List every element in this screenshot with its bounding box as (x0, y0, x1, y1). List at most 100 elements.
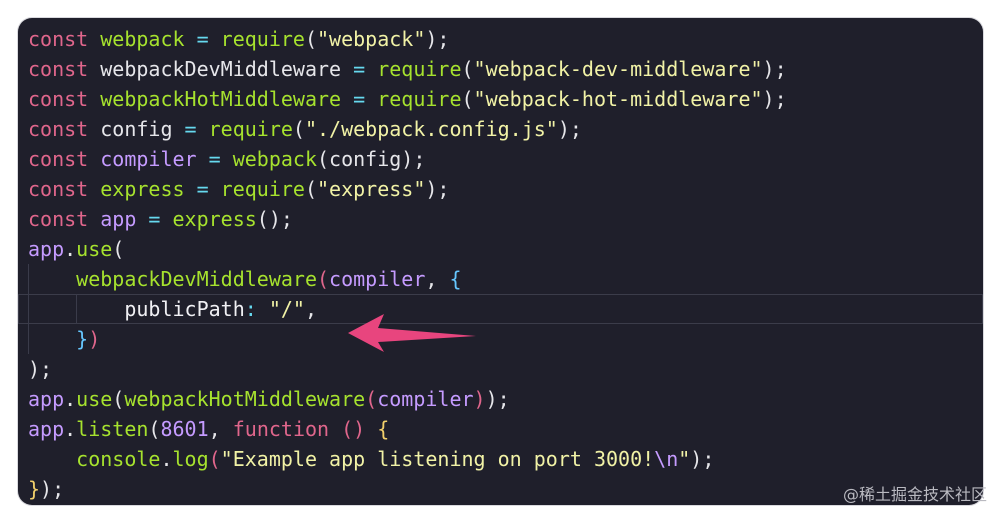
code-token: const (28, 207, 101, 231)
code-line[interactable]: }) (28, 324, 983, 354)
code-token: ( (461, 87, 474, 111)
code-line[interactable]: const webpackHotMiddleware = require("we… (28, 84, 983, 114)
code-token: listen (76, 417, 149, 441)
code-token: ( (292, 117, 305, 141)
code-token: ( (461, 57, 474, 81)
code-token: compiler (100, 147, 197, 171)
arrow-pointer-icon (348, 314, 476, 352)
code-token: webpack (100, 27, 185, 51)
code-token: ) (88, 327, 101, 351)
code-token: } (28, 477, 41, 501)
code-token: = (184, 177, 221, 201)
code-token: () (329, 417, 378, 441)
indent-guide (28, 324, 29, 354)
code-token: webpack (232, 147, 317, 171)
code-line[interactable]: webpackDevMiddleware(compiler, { (28, 264, 983, 294)
code-token: const (28, 27, 101, 51)
code-token: compiler (377, 387, 474, 411)
code-line[interactable]: publicPath: "/", (18, 294, 983, 324)
code-token: ( (365, 387, 378, 411)
code-token: . (64, 237, 77, 261)
code-line[interactable]: const compiler = webpack(config); (28, 144, 983, 174)
code-token: ( (148, 417, 161, 441)
code-token: require (220, 177, 305, 201)
code-line[interactable]: }); (28, 474, 983, 504)
code-token: ); (485, 387, 510, 411)
code-token: app (28, 387, 65, 411)
code-token: ( (208, 447, 221, 471)
code-token: "webpack-hot-middleware" (473, 87, 763, 111)
code-token: log (172, 447, 209, 471)
code-token: use (76, 387, 113, 411)
code-token: webpackHotMiddleware (100, 87, 342, 111)
code-token: ( (304, 177, 318, 201)
code-token: ); (28, 357, 53, 381)
indent-guide (76, 294, 77, 324)
code-token: const (28, 147, 101, 171)
code-token: ); (557, 117, 582, 141)
code-token: webpackHotMiddleware (124, 387, 366, 411)
code-line[interactable]: const config = require("./webpack.config… (28, 114, 983, 144)
code-token: (config); (317, 147, 426, 171)
code-token: = (136, 207, 173, 231)
code-line[interactable]: app.use(webpackHotMiddleware(compiler)); (28, 384, 983, 414)
code-token: { (449, 267, 462, 291)
code-token: "Example app listening on port 3000! (220, 447, 655, 471)
code-token: . (160, 447, 173, 471)
code-line[interactable]: app.listen(8601, function () { (28, 414, 983, 444)
code-token: const (28, 87, 101, 111)
code-token: = (172, 117, 209, 141)
code-token: webpackDevMiddleware (76, 267, 317, 291)
code-token: : (244, 297, 269, 321)
code-token: 8601 (160, 417, 209, 441)
code-token: , (304, 297, 318, 321)
code-token: "webpack" (317, 27, 426, 51)
code-token: config (100, 117, 173, 141)
code-token: = (341, 57, 378, 81)
code-token: } (76, 327, 89, 351)
code-token: = (196, 147, 233, 171)
code-token: "webpack-dev-middleware" (473, 57, 763, 81)
code-token: app (28, 237, 65, 261)
code-token: " (678, 447, 691, 471)
code-token: require (208, 117, 293, 141)
code-token: publicPath (28, 297, 245, 321)
code-token: ); (40, 477, 65, 501)
indent-guide (28, 264, 29, 294)
code-token: require (377, 57, 462, 81)
code-token: = (341, 87, 378, 111)
code-token: ( (304, 27, 318, 51)
code-line[interactable]: const express = require("express"); (28, 174, 983, 204)
code-token: app (28, 417, 65, 441)
code-line[interactable]: const webpack = require("webpack"); (28, 24, 983, 54)
code-line[interactable]: const webpackDevMiddleware = require("we… (28, 54, 983, 84)
code-editor[interactable]: const webpack = require("webpack"); const… (18, 18, 983, 505)
code-token: const (28, 117, 101, 141)
code-token: . (64, 387, 77, 411)
code-token: , (425, 267, 450, 291)
code-token: "express" (317, 177, 426, 201)
code-lines: const webpack = require("webpack"); const… (18, 24, 983, 504)
code-token: ); (762, 87, 787, 111)
code-line[interactable]: console.log("Example app listening on po… (28, 444, 983, 474)
watermark: @稀土掘金技术社区 (842, 485, 987, 504)
code-token: \n (654, 447, 679, 471)
code-token: . (64, 417, 77, 441)
indent-guide (28, 294, 29, 324)
code-line[interactable]: const app = express(); (28, 204, 983, 234)
code-token: function (232, 417, 330, 441)
code-token: ); (690, 447, 715, 471)
code-token: "/" (268, 297, 305, 321)
code-token: require (377, 87, 462, 111)
code-line[interactable]: app.use( (28, 234, 983, 264)
code-token: webpackDevMiddleware (100, 57, 342, 81)
code-token: const (28, 57, 101, 81)
code-token: ) (473, 387, 486, 411)
code-token: = (184, 27, 221, 51)
code-token: require (220, 27, 305, 51)
code-token: "./webpack.config.js" (304, 117, 558, 141)
code-token: (); (256, 207, 293, 231)
code-line[interactable]: ); (28, 354, 983, 384)
